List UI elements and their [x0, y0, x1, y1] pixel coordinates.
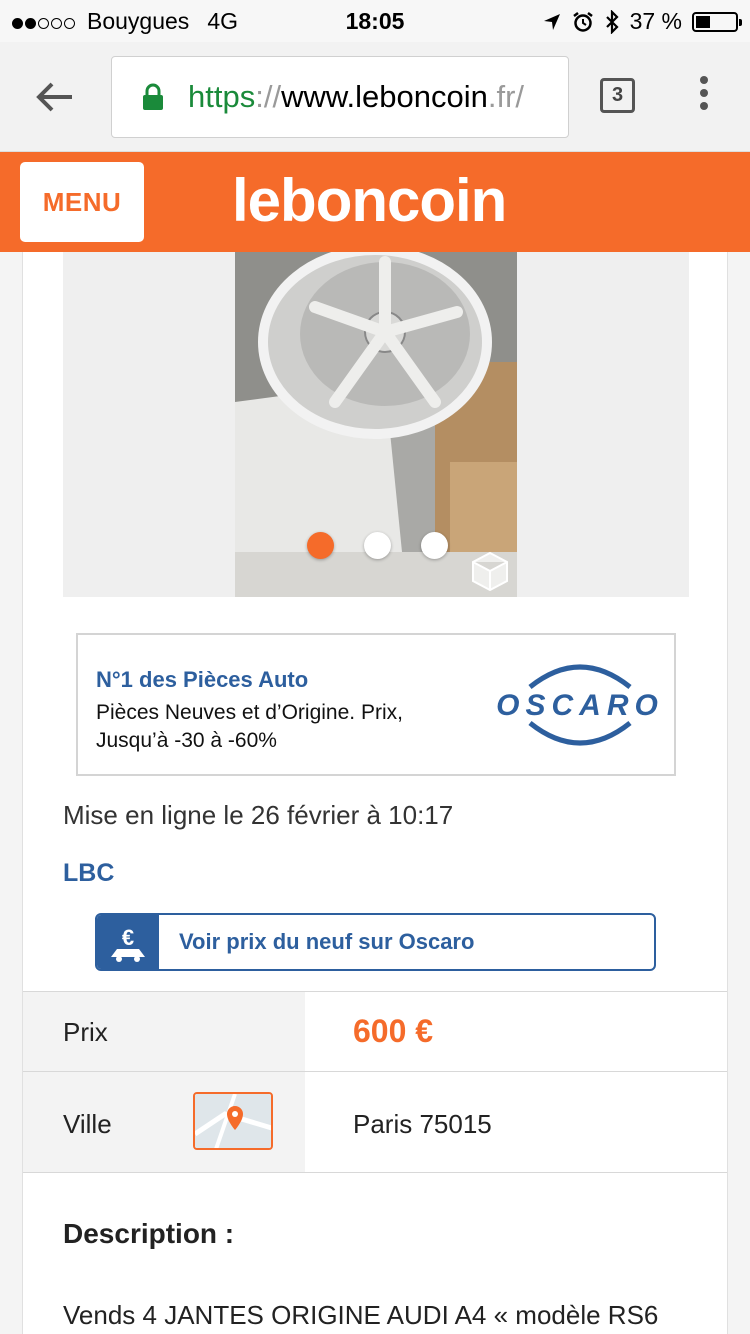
- city-value: Paris 75015: [353, 1109, 492, 1139]
- posted-date: Mise en ligne le 26 février à 10:17: [63, 800, 454, 830]
- back-arrow-icon[interactable]: [32, 74, 78, 120]
- ad-title: N°1 des Pièces Auto: [96, 667, 309, 692]
- status-bar: Bouygues 4G 18:05 37 %: [0, 0, 750, 42]
- lock-icon: [143, 83, 163, 110]
- svg-text:€: €: [122, 925, 134, 950]
- euro-car-icon: €: [97, 915, 159, 969]
- carousel-indicators: [307, 532, 448, 559]
- svg-text:OSCARO: OSCARO: [496, 689, 664, 722]
- oscaro-ad-banner[interactable]: N°1 des Pièces Auto Pièces Neuves et d’O…: [76, 633, 676, 776]
- bluetooth-icon: [605, 9, 619, 34]
- url-separator: ://: [255, 79, 282, 114]
- carousel-dot[interactable]: [364, 532, 391, 559]
- price-value-cell: 600 €: [305, 992, 727, 1071]
- site-header: MENU leboncoin: [0, 152, 750, 252]
- price-row: Prix 600 €: [23, 991, 727, 1071]
- url-text: https://www.leboncoin.fr/: [188, 79, 524, 115]
- ad-text: Pièces Neuves et d’Origine. Prix, Jusqu’…: [96, 701, 403, 752]
- address-bar[interactable]: https://www.leboncoin.fr/: [111, 56, 569, 138]
- city-value-cell: Paris 75015: [305, 1072, 727, 1172]
- listing-content: N°1 des Pièces Auto Pièces Neuves et d’O…: [22, 252, 728, 1334]
- photo-gallery[interactable]: [63, 252, 689, 597]
- site-logo[interactable]: leboncoin: [232, 166, 507, 235]
- price-value: 600 €: [353, 1013, 434, 1049]
- cube-watermark-icon: [472, 551, 508, 592]
- more-options-icon[interactable]: [694, 76, 714, 116]
- city-label: Ville: [63, 1109, 112, 1139]
- map-pin-icon[interactable]: [193, 1092, 273, 1150]
- battery-icon: [692, 11, 742, 32]
- city-key: Ville: [23, 1072, 305, 1172]
- carousel-dot[interactable]: [421, 532, 448, 559]
- battery-percent: 37 %: [629, 8, 682, 34]
- alarm-icon: [572, 11, 593, 32]
- seller-name[interactable]: LBC: [63, 859, 114, 888]
- url-host: www.leboncoin: [281, 79, 488, 114]
- location-arrow-icon: [543, 13, 560, 30]
- oscaro-price-button[interactable]: € Voir prix du neuf sur Oscaro: [95, 913, 656, 971]
- description-text: Vends 4 JANTES ORIGINE AUDI A4 « modèle …: [63, 1300, 659, 1330]
- url-tail: .fr/: [487, 79, 525, 114]
- price-key: Prix: [23, 992, 305, 1071]
- browser-toolbar: https://www.leboncoin.fr/ 3: [0, 42, 750, 152]
- oscaro-logo: OSCARO: [496, 664, 664, 746]
- tab-switcher-button[interactable]: 3: [600, 78, 635, 113]
- oscaro-button-label: Voir prix du neuf sur Oscaro: [179, 929, 475, 954]
- status-right: 37 %: [542, 8, 742, 35]
- city-row: Ville Paris 75015: [23, 1071, 727, 1173]
- menu-button[interactable]: MENU: [20, 162, 144, 242]
- url-scheme: https: [188, 79, 256, 114]
- description-heading: Description :: [63, 1218, 235, 1249]
- carousel-dot[interactable]: [307, 532, 334, 559]
- price-label: Prix: [63, 1017, 108, 1047]
